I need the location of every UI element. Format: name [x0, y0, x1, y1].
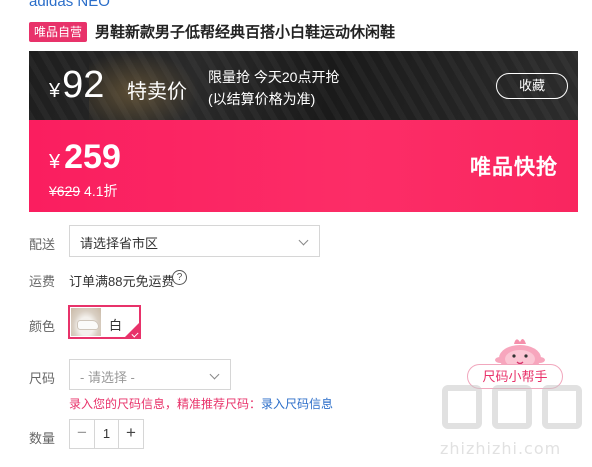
size-help: 录入您的尺码信息，精准推荐尺码：录入尺码信息 — [69, 395, 333, 412]
color-label: 颜色 — [29, 319, 56, 334]
quantity-stepper: − 1 + — [69, 419, 144, 449]
flash-price: ¥ 92 — [49, 65, 104, 105]
flash-currency: ¥ — [49, 80, 61, 102]
flash-info-line1: 限量抢 今天20点开抢 — [208, 69, 340, 85]
shoe-thumbnail — [71, 308, 101, 336]
help-icon[interactable]: ? — [172, 270, 187, 285]
size-label: 尺码 — [29, 371, 56, 386]
chevron-down-icon — [298, 235, 309, 246]
flash-price-value: 92 — [62, 64, 105, 106]
price-banner: ¥ 259 ¥629 4.1折 唯品快抢 — [29, 120, 578, 212]
size-select-text: - 请选择 - — [80, 370, 135, 385]
favorite-button[interactable]: 收藏 — [496, 73, 568, 99]
quantity-input[interactable]: 1 — [94, 420, 119, 448]
watermark-logo-icon — [542, 385, 582, 429]
flash-sale-banner: ¥ 92 特卖价 限量抢 今天20点开抢 (以结算价格为准) 收藏 — [29, 51, 578, 120]
size-select[interactable]: - 请选择 - — [69, 359, 231, 390]
original-price-row: ¥629 4.1折 — [49, 181, 118, 201]
flash-info: 限量抢 今天20点开抢 (以结算价格为准) — [208, 66, 339, 110]
color-option-name: 白 — [109, 318, 123, 333]
watermark: zhizhizhi.com — [440, 385, 590, 465]
shipping-info: 订单满88元免运费 — [69, 274, 175, 289]
shipping-label: 运费 — [29, 274, 56, 289]
product-title: 男鞋新款男子低帮经典百搭小白鞋运动休闲鞋 — [95, 24, 396, 41]
color-option-white[interactable]: 白 — [68, 305, 141, 339]
delivery-label: 配送 — [29, 237, 56, 252]
chevron-down-icon — [209, 369, 220, 380]
watermark-logo-icon — [442, 385, 482, 429]
flash-info-line2: (以结算价格为准) — [208, 91, 316, 107]
quantity-label: 数量 — [29, 431, 56, 446]
title-row: 唯品自营 男鞋新款男子低帮经典百搭小白鞋运动休闲鞋 — [29, 21, 395, 42]
price-currency: ¥ — [49, 151, 61, 173]
decrease-button[interactable]: − — [70, 420, 94, 448]
flash-grab-label: 唯品快抢 — [470, 156, 558, 179]
size-help-link[interactable]: 录入尺码信息 — [261, 397, 333, 411]
original-price: ¥629 — [49, 183, 81, 199]
watermark-logo-icon — [492, 385, 532, 429]
size-help-text: 录入您的尺码信息，精准推荐尺码： — [69, 397, 262, 411]
current-price: ¥ 259 — [49, 138, 121, 177]
brand-link[interactable]: adidas NEO — [29, 0, 110, 10]
watermark-text: zhizhizhi.com — [440, 439, 562, 458]
flash-price-label: 特卖价 — [127, 81, 187, 103]
address-select[interactable]: 请选择省市区 — [69, 225, 320, 257]
increase-button[interactable]: + — [119, 420, 143, 448]
price-value: 259 — [64, 138, 121, 176]
discount-rate: 4.1折 — [84, 183, 118, 199]
address-select-text: 请选择省市区 — [80, 236, 159, 251]
self-operated-badge: 唯品自营 — [29, 21, 88, 42]
